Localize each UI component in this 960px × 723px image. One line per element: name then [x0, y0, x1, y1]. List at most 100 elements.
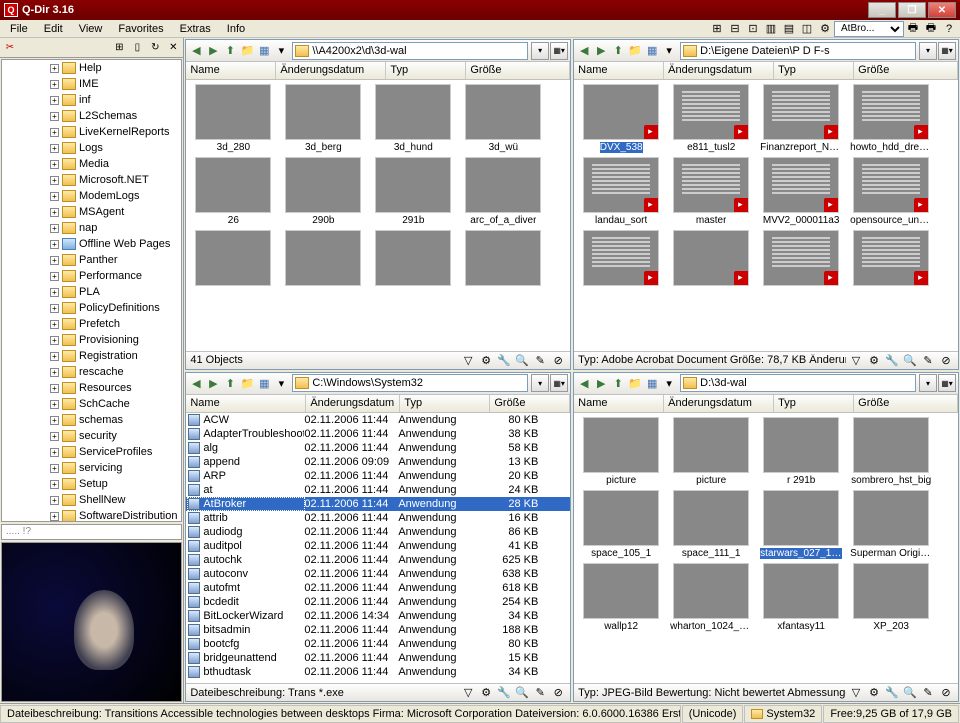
layout2-icon[interactable]: ⊟: [727, 21, 743, 37]
thumbnail[interactable]: opensource_und_li...: [848, 157, 934, 226]
thumbnail[interactable]: picture: [668, 417, 754, 486]
tree-node[interactable]: +Setup: [2, 476, 181, 492]
tree-node[interactable]: +Performance: [2, 268, 181, 284]
thumbnail[interactable]: [280, 230, 366, 288]
file-row[interactable]: AdapterTroubleshooter02.11.2006 11:44Anw…: [186, 427, 570, 441]
tree-node[interactable]: +nap: [2, 220, 181, 236]
print2-icon[interactable]: 🖶: [923, 21, 939, 37]
file-row[interactable]: autofmt02.11.2006 11:44Anwendung618 KB: [186, 581, 570, 595]
edit-icon[interactable]: ✎: [532, 352, 548, 368]
tree-node[interactable]: +security: [2, 428, 181, 444]
thumbnail[interactable]: DVX_538: [578, 84, 664, 153]
folders-icon[interactable]: 📁: [627, 43, 643, 59]
thumbnail[interactable]: MVV2_000011a3: [758, 157, 844, 226]
expand-icon[interactable]: +: [50, 176, 59, 185]
tools-icon[interactable]: 🔧: [884, 352, 900, 368]
col-size[interactable]: Größe: [854, 62, 958, 79]
thumbnail[interactable]: [460, 230, 546, 288]
maximize-button[interactable]: ❐: [898, 2, 926, 18]
expand-icon[interactable]: +: [50, 256, 59, 265]
pin-icon[interactable]: ⊘: [550, 352, 566, 368]
thumbnail[interactable]: wharton_1024_768...: [668, 563, 754, 632]
folders-icon[interactable]: 📁: [239, 43, 255, 59]
expand-icon[interactable]: +: [50, 112, 59, 121]
folder-tree[interactable]: +Help+IME+inf+L2Schemas+LiveKernelReport…: [1, 59, 182, 522]
col-date[interactable]: Änderungsdatum: [664, 395, 774, 412]
gear-icon[interactable]: ⚙: [478, 352, 494, 368]
gear-icon[interactable]: ⚙: [478, 685, 494, 701]
view-icon[interactable]: ▦: [644, 43, 660, 59]
menu-edit[interactable]: Edit: [36, 21, 71, 37]
pin-icon[interactable]: ⊘: [550, 685, 566, 701]
tree-node[interactable]: +Logs: [2, 140, 181, 156]
menu-info[interactable]: Info: [219, 21, 253, 37]
expand-icon[interactable]: +: [50, 64, 59, 73]
combo-drop-icon[interactable]: ▾: [919, 42, 937, 60]
file-row[interactable]: bootcfg02.11.2006 11:44Anwendung80 KB: [186, 637, 570, 651]
view-icon[interactable]: ▦: [256, 375, 272, 391]
edit-icon[interactable]: ✎: [920, 685, 936, 701]
tree-node[interactable]: +rescache: [2, 364, 181, 380]
col-date[interactable]: Änderungsdatum: [664, 62, 774, 79]
thumbnail[interactable]: [848, 230, 934, 288]
col-date[interactable]: Änderungsdatum: [306, 395, 400, 412]
file-row[interactable]: autochk02.11.2006 11:44Anwendung625 KB: [186, 553, 570, 567]
tree-node[interactable]: +Provisioning: [2, 332, 181, 348]
thumbnail[interactable]: 3d_wü: [460, 84, 546, 153]
forward-icon[interactable]: ▶: [205, 43, 221, 59]
tree-node[interactable]: +Offline Web Pages: [2, 236, 181, 252]
expand-icon[interactable]: +: [50, 368, 59, 377]
file-row[interactable]: alg02.11.2006 11:44Anwendung58 KB: [186, 441, 570, 455]
col-date[interactable]: Änderungsdatum: [276, 62, 386, 79]
col-name[interactable]: Name: [574, 62, 664, 79]
expand-icon[interactable]: +: [50, 416, 59, 425]
viewmode-icon[interactable]: ▦▾: [938, 42, 956, 60]
expand-icon[interactable]: +: [50, 144, 59, 153]
thumbnail[interactable]: 26: [190, 157, 276, 226]
thumbnail[interactable]: space_111_1: [668, 490, 754, 559]
thumbnail[interactable]: [578, 230, 664, 288]
file-row[interactable]: auditpol02.11.2006 11:44Anwendung41 KB: [186, 539, 570, 553]
tree-node[interactable]: +PolicyDefinitions: [2, 300, 181, 316]
file-row[interactable]: append02.11.2006 09:09Anwendung13 KB: [186, 455, 570, 469]
dropdown-icon[interactable]: ▾: [273, 375, 289, 391]
viewmode-icon[interactable]: ▦▾: [550, 42, 568, 60]
tree-node[interactable]: +PLA: [2, 284, 181, 300]
menu-extras[interactable]: Extras: [172, 21, 219, 37]
tree-node[interactable]: +MSAgent: [2, 204, 181, 220]
up-icon[interactable]: ⬆: [222, 43, 238, 59]
pin-icon[interactable]: ⊘: [938, 685, 954, 701]
tree-node[interactable]: +SoftwareDistribution: [2, 508, 181, 522]
file-row[interactable]: bthudtask02.11.2006 11:44Anwendung34 KB: [186, 665, 570, 679]
expand-icon[interactable]: +: [50, 464, 59, 473]
filter-icon[interactable]: ▽: [460, 352, 476, 368]
tree-node[interactable]: +IME: [2, 76, 181, 92]
thumbnail[interactable]: sombrero_hst_big: [848, 417, 934, 486]
search-icon[interactable]: 🔍: [514, 352, 530, 368]
combo-drop-icon[interactable]: ▾: [531, 374, 549, 392]
tools-icon[interactable]: 🔧: [496, 352, 512, 368]
search-icon[interactable]: 🔍: [514, 685, 530, 701]
expand-icon[interactable]: +: [50, 192, 59, 201]
file-row[interactable]: bitsadmin02.11.2006 11:44Anwendung188 KB: [186, 623, 570, 637]
thumbnail[interactable]: XP_203: [848, 563, 934, 632]
options-icon[interactable]: ⚙: [817, 21, 833, 37]
app-combo[interactable]: AtBro...: [834, 21, 904, 37]
thumbnail[interactable]: xfantasy11: [758, 563, 844, 632]
expand-icon[interactable]: +: [50, 224, 59, 233]
expand-icon[interactable]: +: [50, 240, 59, 249]
file-row[interactable]: AtBroker02.11.2006 11:44Anwendung28 KB: [186, 497, 570, 511]
folders-icon[interactable]: 📁: [239, 375, 255, 391]
refresh-icon[interactable]: ↻: [147, 40, 163, 56]
thumbnail[interactable]: Finanzreport_Nr[1...: [758, 84, 844, 153]
filter-icon[interactable]: ▽: [460, 685, 476, 701]
back-icon[interactable]: ◀: [188, 43, 204, 59]
file-row[interactable]: bcdedit02.11.2006 11:44Anwendung254 KB: [186, 595, 570, 609]
thumbnail[interactable]: master: [668, 157, 754, 226]
thumbnail[interactable]: picture: [578, 417, 664, 486]
file-row[interactable]: at02.11.2006 11:44Anwendung24 KB: [186, 483, 570, 497]
edit-icon[interactable]: ✎: [532, 685, 548, 701]
thumbnail[interactable]: [668, 230, 754, 288]
tree-node[interactable]: +L2Schemas: [2, 108, 181, 124]
thumbnail[interactable]: howto_hdd_drea...: [848, 84, 934, 153]
